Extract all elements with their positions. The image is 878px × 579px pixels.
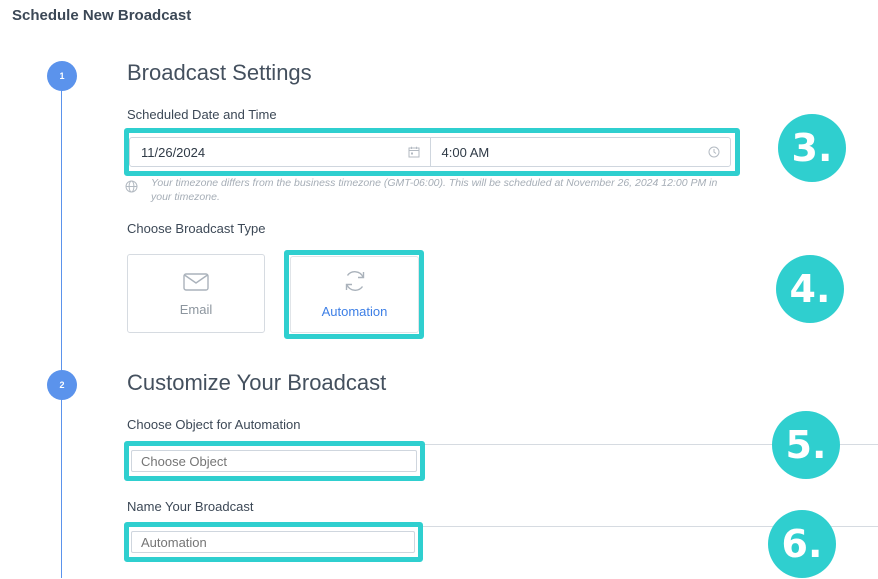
date-value: 11/26/2024 [141, 144, 206, 160]
annotation-badge-3: 3. [778, 114, 846, 182]
calendar-icon[interactable] [408, 146, 420, 158]
broadcast-type-email-card[interactable]: Email [127, 254, 265, 333]
choose-object-label: Choose Object for Automation [127, 417, 301, 432]
date-input[interactable]: 11/26/2024 [130, 138, 431, 166]
step-2-indicator: 2 [47, 370, 77, 400]
scheduled-date-time-label: Scheduled Date and Time [127, 107, 277, 122]
annotation-badge-6: 6. [768, 510, 836, 578]
globe-icon [125, 180, 138, 193]
clock-icon[interactable] [708, 146, 720, 158]
broadcast-type-label: Choose Broadcast Type [127, 221, 266, 236]
step-1-indicator: 1 [47, 61, 77, 91]
envelope-icon [183, 273, 209, 291]
automation-card-label: Automation [321, 304, 388, 319]
choose-object-input[interactable] [131, 450, 417, 472]
date-time-picker: 11/26/2024 4:00 AM [129, 137, 731, 167]
time-input[interactable]: 4:00 AM [431, 138, 731, 166]
email-card-label: Email [179, 302, 213, 317]
timeline-line [61, 78, 62, 578]
page-title: Schedule New Broadcast [12, 7, 192, 24]
time-value: 4:00 AM [441, 144, 490, 160]
broadcast-type-automation-card[interactable]: Automation [290, 256, 419, 333]
timezone-note: Your timezone differs from the business … [151, 177, 718, 203]
broadcast-name-input[interactable] [131, 531, 415, 553]
section-title-broadcast-settings: Broadcast Settings [127, 60, 312, 85]
broadcast-name-label: Name Your Broadcast [127, 499, 254, 514]
refresh-icon [345, 271, 364, 291]
section-title-customize-broadcast: Customize Your Broadcast [127, 370, 387, 395]
annotation-badge-5: 5. [772, 411, 840, 479]
annotation-badge-4: 4. [776, 255, 844, 323]
